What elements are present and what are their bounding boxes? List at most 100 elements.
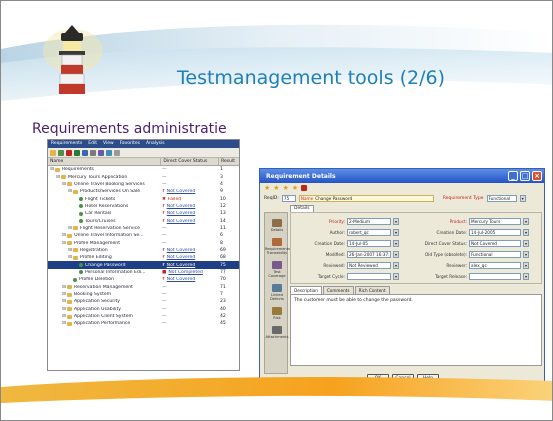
sidebar-item[interactable]: Risk [265,307,289,320]
expand-icon[interactable]: ⊟ [62,299,66,304]
tree-row[interactable]: Profile Deletion? Not Covered 70 [48,276,239,283]
tree-row[interactable]: Personal Information Edi... ■ Not Complete… [48,269,239,276]
star-icon[interactable]: ★ [264,184,270,192]
chevron-down-icon[interactable]: ▾ [523,229,529,236]
menu-item[interactable]: Edit [88,141,97,147]
field-value[interactable] [347,273,391,280]
chevron-down-icon[interactable]: ▾ [393,273,399,280]
sidebar-item[interactable]: Attachments [265,326,289,339]
chevron-down-icon[interactable]: ▾ [523,273,529,280]
sidebar-item[interactable]: Requirements Traceability [265,238,290,255]
tree-row[interactable]: Hotel Reservations? Not Covered 12 [48,203,239,210]
star-icon[interactable]: ★ [273,184,279,192]
chevron-down-icon[interactable]: ▾ [519,194,526,202]
field-value[interactable]: Not Covered [469,240,521,247]
new-folder-icon[interactable] [50,149,56,156]
expand-icon[interactable]: ⊟ [56,175,60,180]
expand-icon[interactable]: ⊟ [68,189,72,194]
field-value[interactable] [469,273,521,280]
field-value[interactable]: 26-Jan-2007 16:37:13 [347,251,391,258]
coverage-icon[interactable] [98,149,104,156]
tree-row[interactable]: Tours/Cruises? Not Covered 14 [48,217,239,224]
tree-row[interactable]: ⊟ Profile Management — 8 [48,239,239,246]
field-value[interactable]: Functional [469,251,521,258]
tab-comments[interactable]: Comments [322,286,354,294]
tab-rich-content[interactable]: Rich Content [354,286,390,294]
expand-icon[interactable]: ⊟ [62,307,66,312]
chevron-down-icon[interactable]: ▾ [393,218,399,225]
expand-icon[interactable]: ⊟ [62,285,66,290]
field-value[interactable]: 2-Medium [347,218,391,225]
expand-icon[interactable]: ⊟ [62,182,66,187]
chevron-down-icon[interactable]: ▾ [523,218,529,225]
menu-item[interactable]: Requirements [51,141,82,147]
tree-row[interactable]: ⊟ Booking System — 7 [48,291,239,298]
minimize-icon[interactable]: _ [508,171,518,181]
tab-details[interactable]: Details [290,205,314,212]
refresh-icon[interactable] [74,149,80,156]
status-column-header[interactable]: Direct Cover Status [161,158,220,165]
result-column-header[interactable]: Result [219,158,239,165]
chevron-down-icon[interactable]: ▾ [393,262,399,269]
view-icon[interactable] [106,149,112,156]
close-icon[interactable]: × [532,171,542,181]
filter-icon[interactable] [82,149,88,156]
tree-row[interactable]: Change Password? Not Covered 75 [48,261,239,269]
tree-row[interactable]: ⊟ Online Travel Booking Services — 4 [48,181,239,188]
tree-row[interactable]: ⊟ Registration? Not Covered 69 [48,247,239,254]
chevron-down-icon[interactable]: ▾ [393,240,399,247]
tree-row[interactable]: ⊟ Application Usability — 40 [48,306,239,313]
name-column-header[interactable]: Name [48,158,162,165]
chevron-down-icon[interactable]: ▾ [523,240,529,247]
field-value[interactable]: robert_qc [347,229,391,236]
chevron-down-icon[interactable]: ▾ [393,229,399,236]
star-icon[interactable]: ★ [283,184,289,192]
name-field[interactable]: Name Change Password [298,194,434,202]
tree-row[interactable]: ⊟ Requirements — 1 [48,166,239,173]
sidebar-item[interactable]: Linked Defects [265,284,289,301]
field-value[interactable]: alex_qc [469,262,521,269]
expand-icon[interactable]: ⊟ [62,241,66,246]
field-value[interactable]: 14-Jul-05 [347,240,391,247]
delete-icon[interactable] [66,149,72,156]
expand-icon[interactable]: ⊟ [62,233,66,238]
menu-item[interactable]: View [103,141,114,147]
star-icon[interactable]: ★ [292,184,298,192]
chevron-down-icon[interactable]: ▾ [523,251,529,258]
expand-icon[interactable]: ⊟ [68,248,72,253]
new-requirement-icon[interactable] [58,149,64,156]
field-value[interactable]: Mercury Tours [469,218,521,225]
tree-row[interactable]: ⊟ Profile Editing? Not Covered 68 [48,254,239,261]
expand-icon[interactable]: ⊟ [68,226,72,231]
expand-icon[interactable]: ⊟ [62,292,66,297]
expand-icon[interactable]: ⊟ [68,255,72,260]
sidebar-item[interactable]: Test Coverage [265,261,289,278]
tree-row[interactable]: ⊟ Mercury Tours Application — 3 [48,173,239,180]
maximize-icon[interactable]: □ [520,171,530,181]
expand-icon[interactable]: ⊟ [62,314,66,319]
tree-row[interactable]: ⊟ Application Security — 23 [48,298,239,305]
tab-description[interactable]: Description [290,286,322,294]
tree-row[interactable]: ⊟ Application Performance — 45 [48,320,239,327]
expand-icon[interactable]: ⊟ [50,167,54,172]
find-icon[interactable] [90,149,96,156]
description-box[interactable]: The customer must be able to change the … [290,294,542,366]
zoom-icon[interactable] [114,149,120,156]
tree-row[interactable]: ⊟ Products/Services On Sale? Not Covered 9 [48,188,239,195]
chevron-down-icon[interactable]: ▾ [393,251,399,258]
req-type-field[interactable]: Functional [486,194,517,202]
tree-row[interactable]: Flight Tickets ✖ Failed 10 [48,195,239,202]
tree-row[interactable]: ⊟ Reservation Management — 71 [48,284,239,291]
attach-icon[interactable] [301,185,308,191]
expand-icon[interactable]: ⊟ [62,321,66,326]
chevron-down-icon[interactable]: ▾ [523,262,529,269]
menu-item[interactable]: Favorites [120,141,140,147]
field-value[interactable]: Not Reviewed [347,262,391,269]
field-value[interactable]: 14-Jul-2005 [469,229,521,236]
sidebar-item[interactable]: Details [265,219,289,232]
req-id-field[interactable]: 75 [281,194,296,202]
tree-row[interactable]: ⊟ Online Travel Information Se... — 6 [48,232,239,239]
tree-row[interactable]: ⊟ Application Client System — 42 [48,313,239,320]
tree-row[interactable]: Car Rentals? Not Covered 13 [48,210,239,217]
tree-row[interactable]: ⊟ Flight Reservation Service — 11 [48,225,239,232]
